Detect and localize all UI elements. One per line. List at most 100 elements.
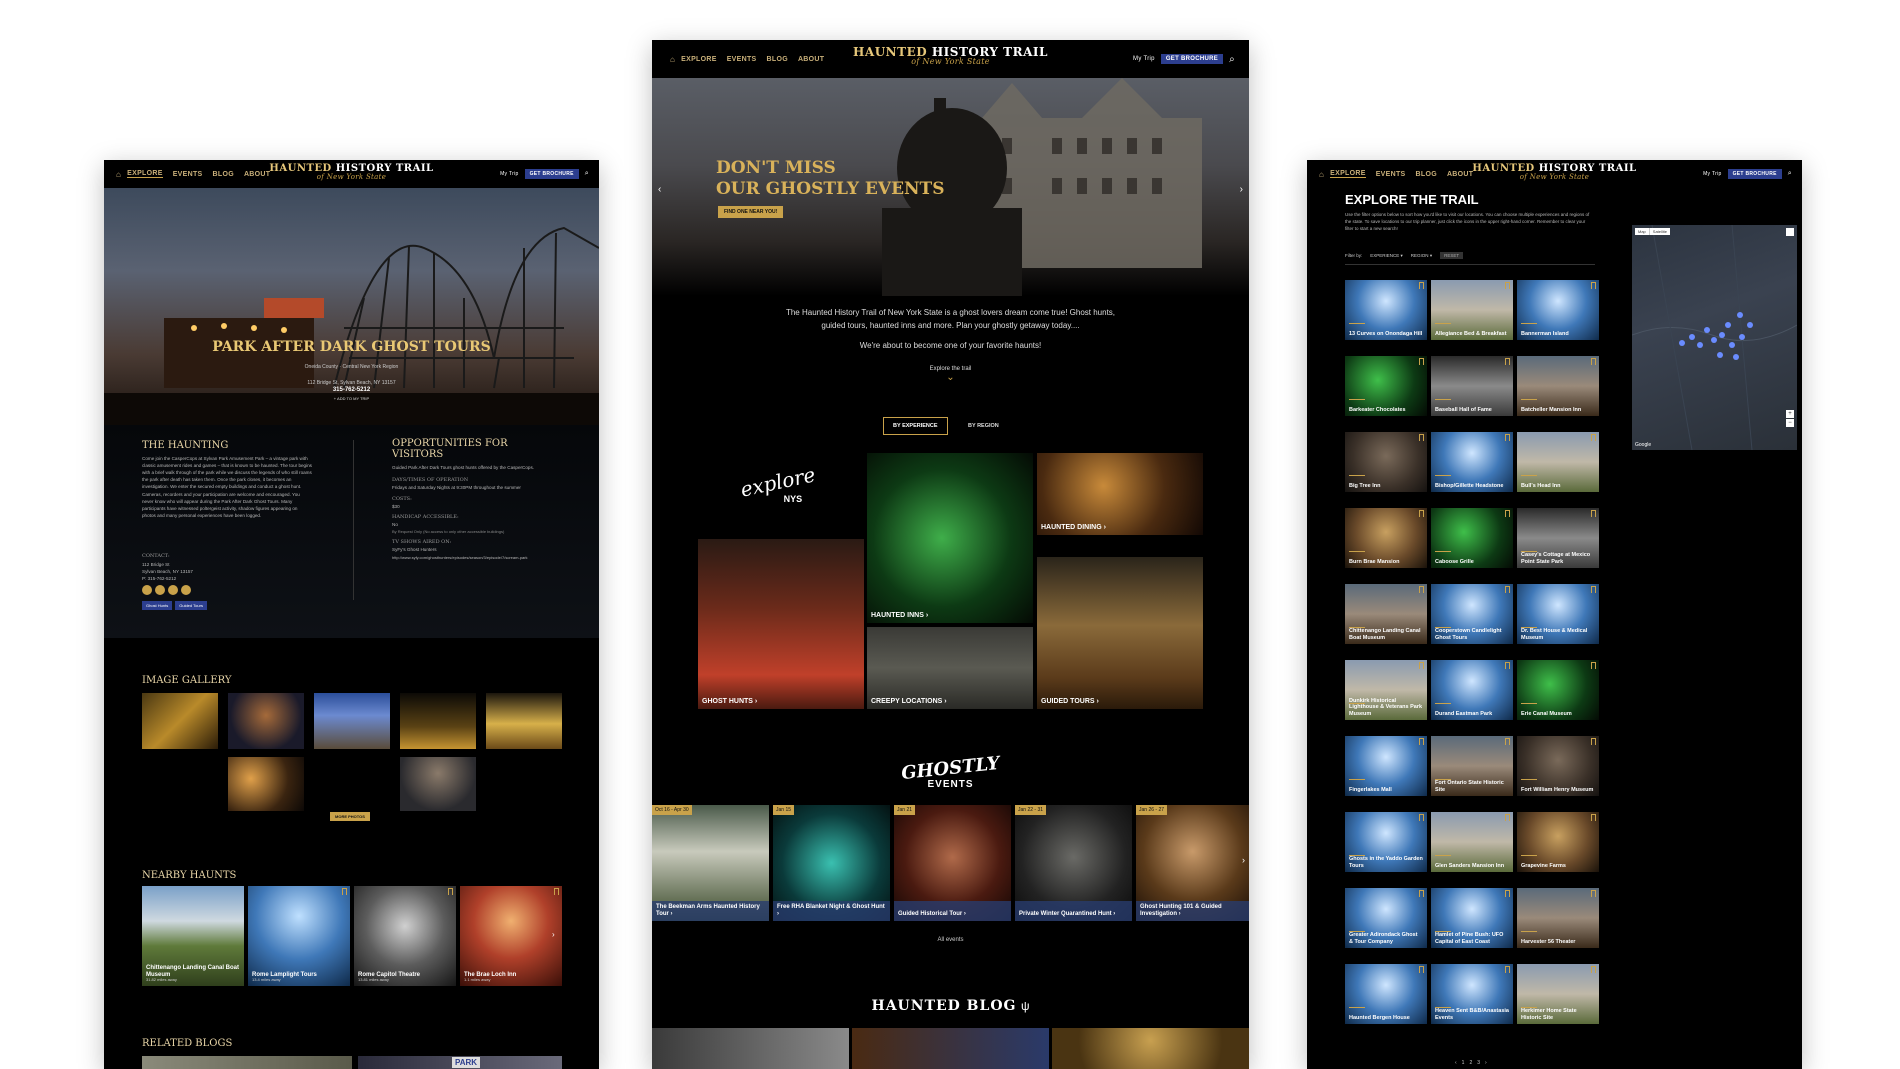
bookmark-icon[interactable] [1505,434,1510,441]
get-brochure-button[interactable]: GET BROCHURE [1727,169,1782,179]
carousel-next-arrow[interactable]: › [552,930,555,939]
bookmark-icon[interactable] [1419,966,1424,973]
pagination-page-3[interactable]: 3 [1477,1060,1480,1066]
nearby-card-2[interactable]: Rome Lamplight Tours 13.4 miles away [248,886,350,986]
filter-region-dropdown[interactable]: REGION ▾ [1411,253,1432,259]
place-card[interactable]: Heaven Sent B&B/Anastasia Events [1431,964,1513,1024]
bookmark-icon[interactable] [1591,586,1596,593]
nav-about[interactable]: About [798,56,824,63]
site-logo[interactable]: HAUNTED HISTORY TRAIL of New York State [853,46,1048,66]
more-photos-button[interactable]: MORE PHOTOS [330,812,370,821]
home-icon[interactable]: ⌂ [670,55,675,64]
nav-about[interactable]: About [1447,171,1473,178]
nav-blog[interactable]: Blog [213,171,234,178]
nav-explore[interactable]: Explore [1330,170,1366,178]
bookmark-icon[interactable] [1591,966,1596,973]
tile-creepy-locations[interactable]: CREEPY LOCATIONS › [867,627,1033,709]
blog-image-1[interactable] [652,1028,849,1069]
search-icon[interactable]: ⌕ [1788,170,1792,178]
hero-phone[interactable]: 315-762-5212 [104,387,599,393]
email-icon[interactable] [155,585,165,595]
nav-events[interactable]: Events [1376,171,1406,178]
add-to-trip-button[interactable]: + ADD TO MY TRIP [104,396,599,401]
place-card[interactable]: Allegiance Bed & Breakfast [1431,280,1513,340]
filter-experience-dropdown[interactable]: EXPERIENCE ▾ [1370,253,1403,259]
place-card[interactable]: Bishop/Gillette Headstone [1431,432,1513,492]
place-card[interactable]: Grapevine Farms [1517,812,1599,872]
bookmark-icon[interactable] [1419,738,1424,745]
tag-ghost-hunts[interactable]: Ghost Hunts [142,601,173,610]
blog-image-3[interactable] [1052,1028,1249,1069]
place-card[interactable]: Hamlet of Pine Bush: UFO Capital of East… [1431,888,1513,948]
bookmark-icon[interactable] [1591,890,1596,897]
get-brochure-button[interactable]: GET BROCHURE [1160,54,1224,64]
event-card-5[interactable]: Jan 26 - 27 Ghost Hunting 101 & Guided I… [1136,805,1249,921]
place-card[interactable]: Fingerlakes Mall [1345,736,1427,796]
place-card[interactable]: Dr. Best House & Medical Museum [1517,584,1599,644]
event-card-1[interactable]: Oct 16 - Apr 30 The Beekman Arms Haunted… [652,805,769,921]
nav-events[interactable]: Events [727,56,757,63]
bookmark-icon[interactable] [1505,358,1510,365]
related-blog-image-1[interactable] [142,1056,352,1069]
bookmark-icon[interactable] [1591,282,1596,289]
bookmark-icon[interactable] [1419,510,1424,517]
place-card[interactable]: Herkimer Home State Historic Site [1517,964,1599,1024]
event-card-3[interactable]: Jan 21 Guided Historical Tour › [894,805,1011,921]
blog-image-2[interactable] [852,1028,1049,1069]
place-card[interactable]: Big Tree Inn [1345,432,1427,492]
pagination-next[interactable]: › [1485,1060,1487,1066]
place-card[interactable]: Batcheller Mansion Inn [1517,356,1599,416]
reset-button[interactable]: RESET [1440,252,1464,259]
place-card[interactable]: Burn Brae Mansion [1345,508,1427,568]
place-card[interactable]: Harvester 56 Theater [1517,888,1599,948]
gallery-image-2[interactable] [228,693,304,749]
home-icon[interactable]: ⌂ [116,170,121,179]
nav-blog[interactable]: Blog [767,56,788,63]
pagination-prev[interactable]: ‹ [1455,1060,1457,1066]
tag-guided-tours[interactable]: Guided Tours [175,601,207,610]
place-card[interactable]: Haunted Bergen House [1345,964,1427,1024]
pagination-page-1[interactable]: 1 [1462,1060,1465,1066]
link-icon[interactable] [168,585,178,595]
bookmark-icon[interactable] [1419,434,1424,441]
tile-haunted-dining[interactable]: HAUNTED DINING › [1037,453,1203,535]
site-logo[interactable]: HAUNTED HISTORY TRAIL of New York State [1472,164,1636,181]
place-card[interactable]: Barkeater Chocolates [1345,356,1427,416]
bookmark-icon[interactable] [1505,966,1510,973]
bookmark-icon[interactable] [1505,586,1510,593]
nearby-card-4[interactable]: The Brae Loch Inn 1.1 miles away [460,886,562,986]
related-blog-image-2[interactable]: PARK [358,1056,562,1069]
get-brochure-button[interactable]: GET BROCHURE [524,169,579,179]
phone-icon[interactable] [142,585,152,595]
nearby-card-3[interactable]: Rome Capitol Theatre 13.81 miles away [354,886,456,986]
site-logo[interactable]: HAUNTED HISTORY TRAIL of New York State [269,164,433,181]
bookmark-icon[interactable] [342,888,347,895]
bookmark-icon[interactable] [1419,662,1424,669]
all-events-link[interactable]: All events [652,937,1249,943]
slider-next-arrow[interactable]: › [1240,184,1243,195]
bookmark-icon[interactable] [1591,662,1596,669]
search-icon[interactable]: ⌕ [1229,54,1235,65]
facebook-icon[interactable] [181,585,191,595]
bookmark-icon[interactable] [1591,510,1596,517]
place-card[interactable]: Fort William Henry Museum [1517,736,1599,796]
fullscreen-icon[interactable] [1786,228,1794,236]
zoom-out-button[interactable]: − [1786,419,1794,427]
nearby-card-1[interactable]: Chittenango Landing Canal Boat Museum 31.… [142,886,244,986]
bookmark-icon[interactable] [1419,814,1424,821]
nav-blog[interactable]: Blog [1416,171,1437,178]
bookmark-icon[interactable] [1419,890,1424,897]
nav-about[interactable]: About [244,171,270,178]
place-card[interactable]: Greater Adirondack Ghost & Tour Company [1345,888,1427,948]
event-card-4[interactable]: Jan 22 - 31 Private Winter Quarantined H… [1015,805,1132,921]
find-one-near-you-button[interactable]: FIND ONE NEAR YOU! [718,206,784,218]
gallery-image-4[interactable] [400,693,476,749]
bookmark-icon[interactable] [1505,738,1510,745]
bookmark-icon[interactable] [1505,510,1510,517]
map-button[interactable]: Map [1635,228,1649,235]
place-card[interactable]: Durand Eastman Park [1431,660,1513,720]
bookmark-icon[interactable] [1419,586,1424,593]
bookmark-icon[interactable] [1591,738,1596,745]
tab-by-experience[interactable]: BY EXPERIENCE [883,417,948,435]
gallery-image-7[interactable] [400,757,476,811]
